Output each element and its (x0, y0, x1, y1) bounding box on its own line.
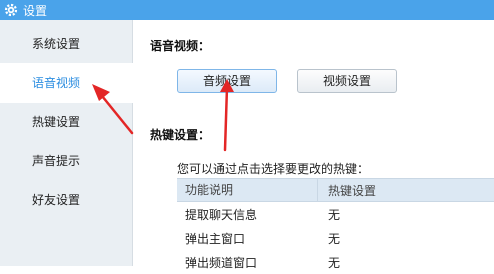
annotation-arrow-audio-button (220, 79, 234, 152)
annotation-arrows (92, 79, 234, 152)
annotation-arrow-sidebar (92, 84, 134, 135)
